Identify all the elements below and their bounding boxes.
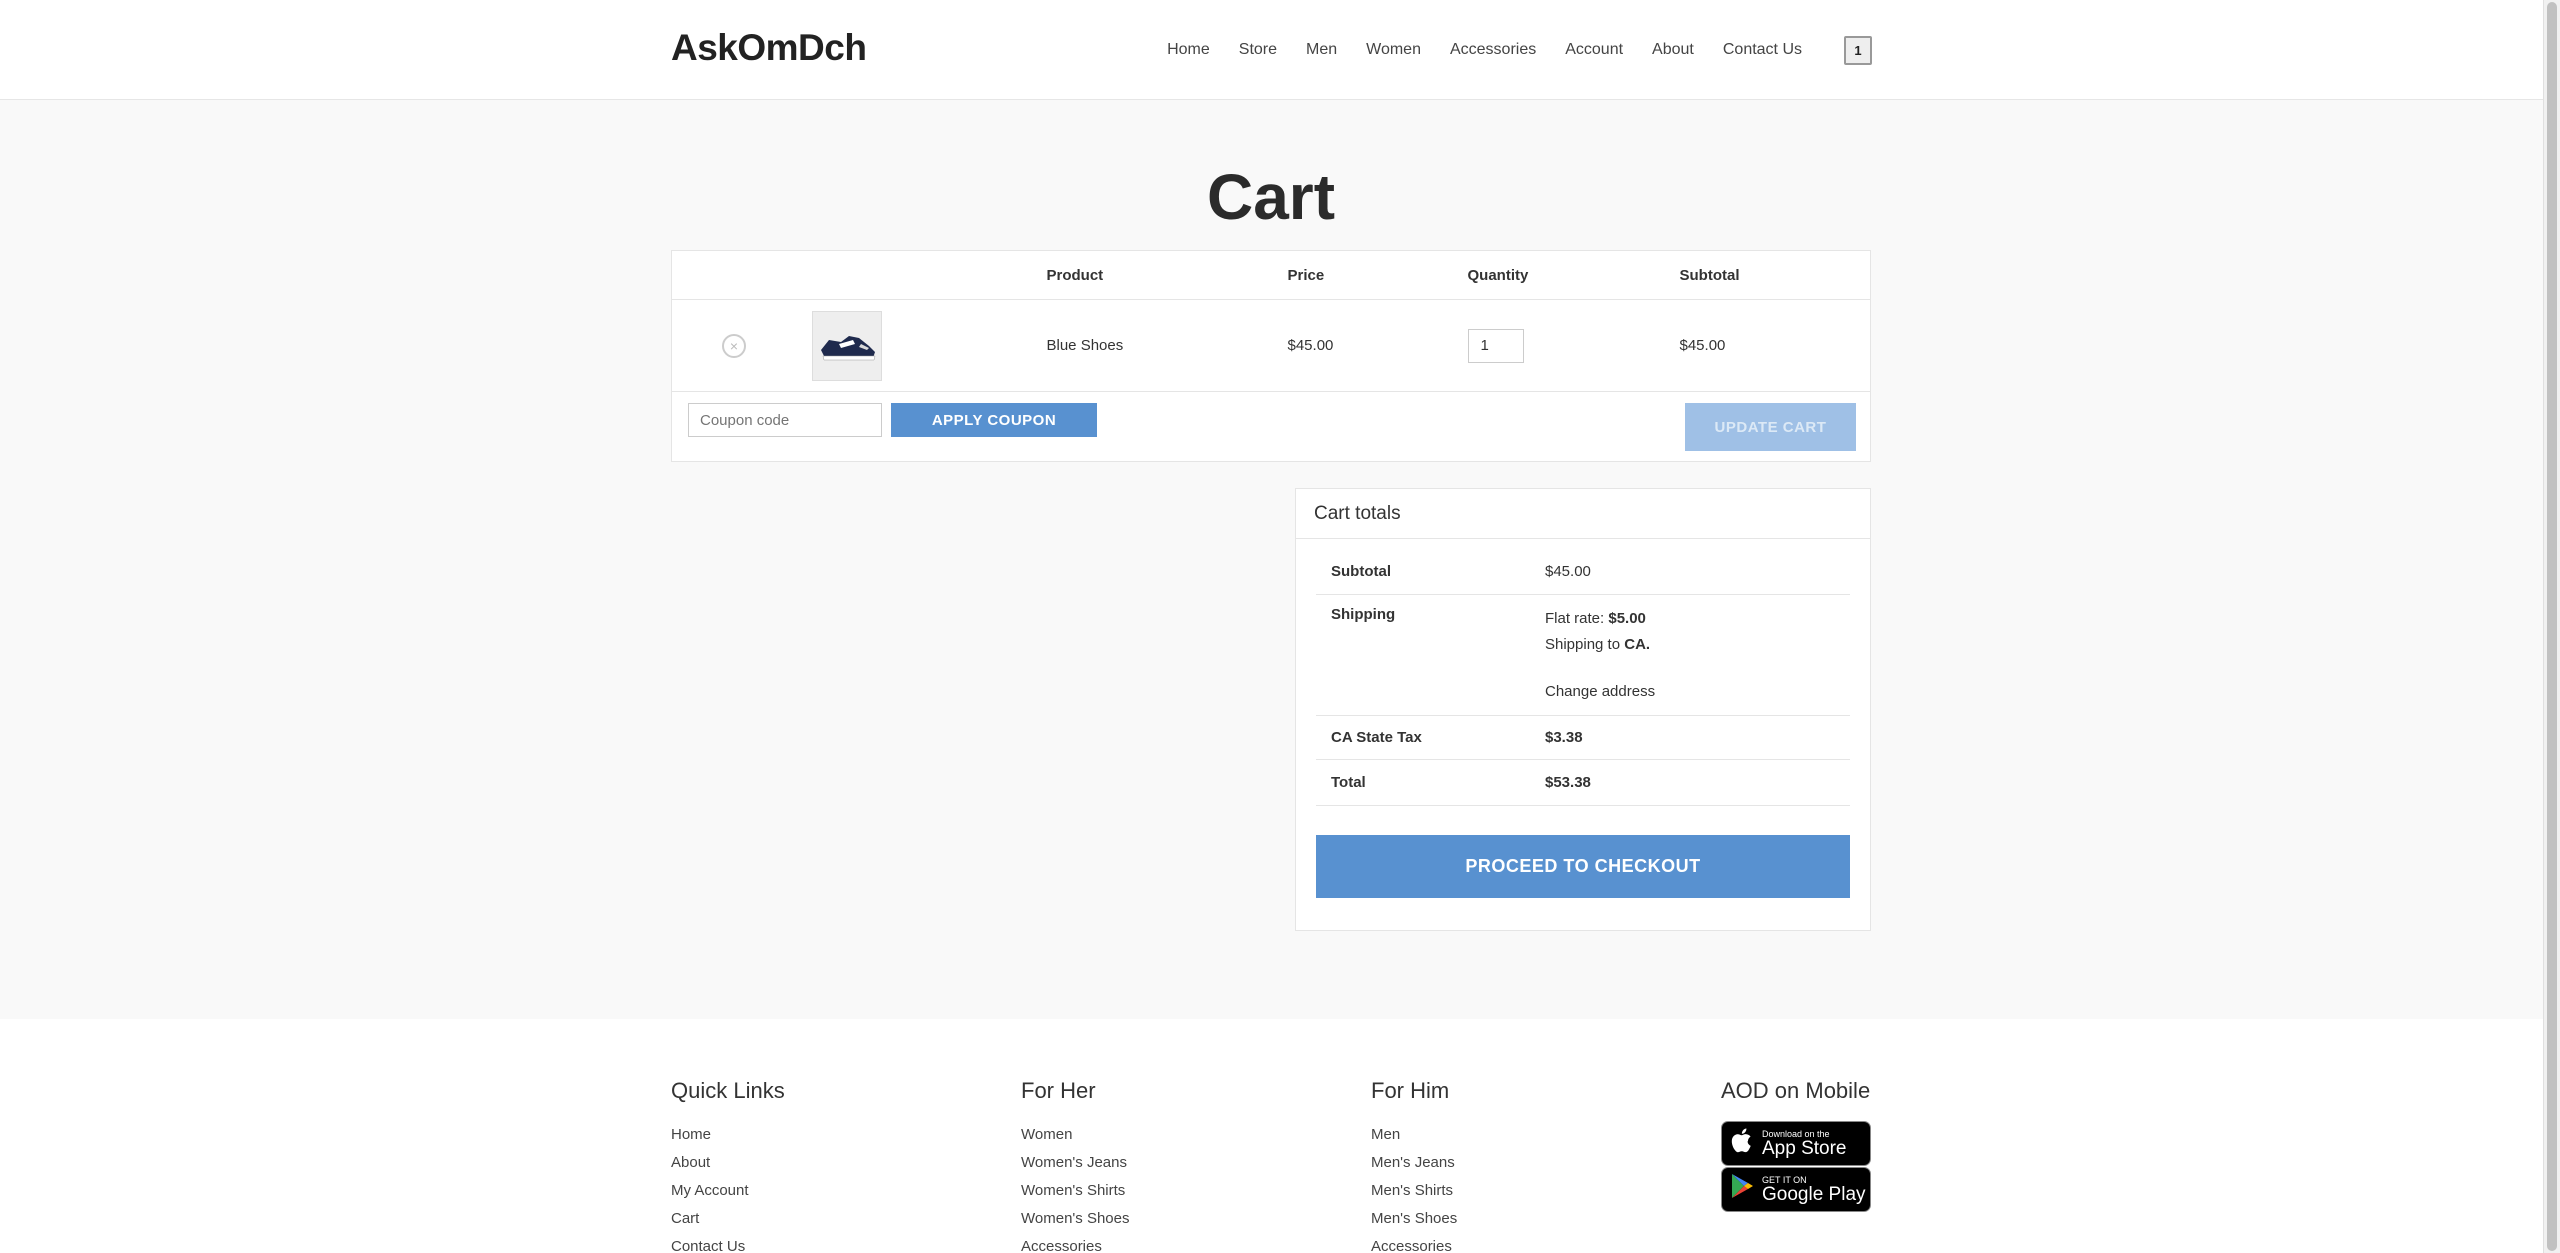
footer-link-home[interactable]: Home — [671, 1121, 785, 1149]
tax-value: $3.38 — [1545, 729, 1583, 746]
app-store-big-text: App Store — [1762, 1137, 1847, 1159]
nav-men[interactable]: Men — [1306, 41, 1337, 59]
site-logo[interactable]: AskOmDch — [671, 27, 867, 69]
header-subtotal: Subtotal — [1679, 250, 1871, 300]
cart-count-badge[interactable]: 1 — [1844, 35, 1872, 65]
header-thumbnail — [811, 250, 1047, 300]
footer-for-him: For Him Men Men's Jeans Men's Shirts Men… — [1371, 1078, 1457, 1253]
cart-actions: APPLY COUPON UPDATE CART — [672, 392, 1871, 462]
page-scrollbar[interactable] — [2543, 0, 2560, 1253]
header-quantity: Quantity — [1467, 250, 1680, 300]
subtotal-label: Subtotal — [1331, 563, 1391, 580]
google-play-badge[interactable]: GET IT ON Google Play — [1721, 1167, 1871, 1212]
footer-quick-links: Quick Links Home About My Account Cart C… — [671, 1078, 785, 1253]
shipping-label: Shipping — [1331, 606, 1396, 623]
shipping-row: Shipping Flat rate: $5.00 Shipping to CA… — [1316, 595, 1850, 716]
coupon-code-input[interactable] — [688, 403, 882, 437]
site-header: AskOmDch Home Store Men Women Accessorie… — [0, 0, 2543, 100]
apply-coupon-button[interactable]: APPLY COUPON — [891, 403, 1097, 437]
apple-icon — [1722, 1127, 1762, 1160]
page-title: Cart — [1206, 161, 1336, 233]
main-content: Cart Product Price Quantity Subtotal × B… — [671, 100, 1871, 931]
subtotal-value: $45.00 — [1545, 563, 1591, 580]
product-name[interactable]: Blue Shoes — [1046, 299, 1288, 392]
shipping-to-region: CA. — [1624, 636, 1651, 653]
footer-link-mens-shoes[interactable]: Men's Shoes — [1371, 1205, 1457, 1233]
footer-link-men[interactable]: Men — [1371, 1121, 1457, 1149]
tax-row: CA State Tax $3.38 — [1316, 716, 1850, 760]
shipping-method-label: Flat rate: — [1545, 610, 1605, 627]
quick-links-title: Quick Links — [671, 1078, 785, 1103]
shoe-icon — [820, 335, 875, 360]
main-nav: Home Store Men Women Accessories Account… — [1138, 35, 1872, 65]
footer-link-cart[interactable]: Cart — [671, 1205, 785, 1233]
cart-totals-title: Cart totals — [1296, 489, 1870, 539]
proceed-to-checkout-button[interactable]: PROCEED TO CHECKOUT — [1316, 835, 1850, 898]
product-subtotal: $45.00 — [1679, 299, 1871, 392]
for-him-title: For Him — [1371, 1078, 1450, 1103]
update-cart-button[interactable]: UPDATE CART — [1685, 403, 1856, 451]
header-remove — [671, 250, 812, 300]
nav-accessories[interactable]: Accessories — [1450, 41, 1536, 59]
header-product: Product — [1046, 250, 1288, 300]
footer-link-her-accessories[interactable]: Accessories — [1021, 1233, 1129, 1253]
footer-link-about[interactable]: About — [671, 1149, 785, 1177]
cart-table-header: Product Price Quantity Subtotal — [671, 250, 1871, 300]
remove-cell: × — [671, 299, 812, 392]
footer-link-womens-shoes[interactable]: Women's Shoes — [1021, 1205, 1129, 1233]
shipping-cost: $5.00 — [1608, 610, 1646, 627]
footer-link-mens-shirts[interactable]: Men's Shirts — [1371, 1177, 1457, 1205]
shipping-to-prefix: Shipping to — [1545, 636, 1621, 653]
nav-contact-us[interactable]: Contact Us — [1723, 41, 1802, 59]
google-play-small-text: GET IT ON — [1762, 1174, 1807, 1185]
product-price: $45.00 — [1287, 299, 1468, 392]
header-price: Price — [1287, 250, 1468, 300]
footer-link-mens-jeans[interactable]: Men's Jeans — [1371, 1149, 1457, 1177]
site-footer: Quick Links Home About My Account Cart C… — [0, 1019, 2543, 1253]
footer-link-contact-us[interactable]: Contact Us — [671, 1233, 785, 1253]
nav-about[interactable]: About — [1652, 41, 1694, 59]
cart-totals: Cart totals Subtotal $45.00 Shipping Fla… — [1295, 488, 1871, 931]
footer-for-her: For Her Women Women's Jeans Women's Shir… — [1021, 1078, 1129, 1253]
footer-link-women[interactable]: Women — [1021, 1121, 1129, 1149]
cart-item-row: × Blue Shoes $45.00 1 $45.00 — [671, 299, 1871, 392]
google-play-icon — [1722, 1173, 1762, 1206]
shipping-destination: Shipping to CA. — [1545, 636, 1650, 653]
footer-link-womens-jeans[interactable]: Women's Jeans — [1021, 1149, 1129, 1177]
remove-item-icon[interactable]: × — [722, 333, 746, 358]
cart-totals-table: Subtotal $45.00 Shipping Flat rate: $5.0… — [1316, 551, 1850, 806]
total-label: Total — [1331, 774, 1366, 791]
footer-link-womens-shirts[interactable]: Women's Shirts — [1021, 1177, 1129, 1205]
nav-home[interactable]: Home — [1167, 41, 1210, 59]
footer-link-my-account[interactable]: My Account — [671, 1177, 785, 1205]
quantity-input[interactable] — [1467, 328, 1524, 363]
change-address-link[interactable]: Change address — [1545, 683, 1655, 700]
product-thumbnail[interactable] — [811, 310, 882, 381]
cart-actions-row: APPLY COUPON UPDATE CART — [672, 392, 1871, 462]
app-store-badge[interactable]: Download on the App Store — [1721, 1121, 1871, 1166]
shipping-method: Flat rate: $5.00 — [1545, 610, 1646, 627]
total-value: $53.38 — [1545, 774, 1591, 791]
subtotal-row: Subtotal $45.00 — [1316, 551, 1850, 595]
nav-women[interactable]: Women — [1366, 41, 1421, 59]
google-play-big-text: Google Play — [1762, 1183, 1866, 1205]
for-her-title: For Her — [1021, 1078, 1096, 1103]
app-store-small-text: Download on the — [1762, 1128, 1830, 1139]
mobile-title: AOD on Mobile — [1721, 1078, 1871, 1103]
tax-label: CA State Tax — [1331, 729, 1422, 746]
nav-account[interactable]: Account — [1565, 41, 1623, 59]
total-row: Total $53.38 — [1316, 760, 1850, 806]
cart-table: Product Price Quantity Subtotal × Blue S… — [671, 250, 1871, 462]
quantity-cell — [1467, 299, 1680, 392]
footer-mobile: AOD on Mobile Download on the App Store … — [1721, 1078, 1871, 1213]
nav-store[interactable]: Store — [1239, 41, 1277, 59]
footer-link-him-accessories[interactable]: Accessories — [1371, 1233, 1457, 1253]
thumbnail-cell — [811, 299, 1047, 392]
page-scrollbar-thumb[interactable] — [2547, 2, 2557, 1251]
